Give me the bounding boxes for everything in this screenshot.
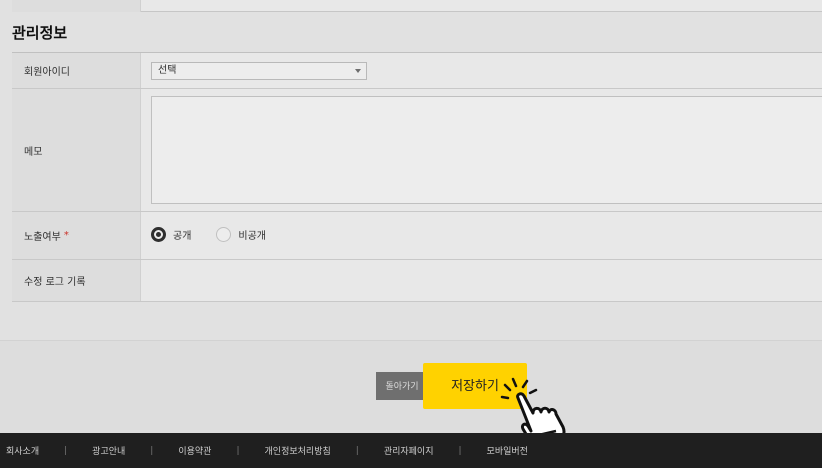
row-member-id: 회원아이디 선택 bbox=[12, 53, 822, 89]
back-button[interactable]: 돌아가기 bbox=[376, 372, 428, 400]
row-edit-log: 수정 로그 기록 bbox=[12, 260, 822, 302]
footer-separator: | bbox=[458, 445, 462, 456]
site-footer: 회사소개 | 광고안내 | 이용약관 | 개인정보처리방침 | 관리자페이지 |… bbox=[0, 433, 822, 468]
footer-link-admin[interactable]: 관리자페이지 bbox=[384, 444, 434, 457]
footer-link-company[interactable]: 회사소개 bbox=[6, 444, 39, 457]
previous-section-bottom bbox=[12, 0, 822, 12]
row-memo: 메모 bbox=[12, 89, 822, 212]
visibility-label: 노출여부 bbox=[24, 232, 61, 243]
radio-private-label[interactable]: 비공개 bbox=[238, 227, 266, 242]
radio-public-label[interactable]: 공개 bbox=[173, 227, 191, 242]
edit-log-label: 수정 로그 기록 bbox=[12, 260, 141, 301]
footer-separator: | bbox=[150, 445, 154, 456]
required-mark: * bbox=[63, 230, 69, 241]
row-visibility: 노출여부 * 공개 비공개 bbox=[12, 212, 822, 260]
visibility-radio-group: 공개 비공개 bbox=[151, 227, 291, 242]
member-id-select-value: 선택 bbox=[158, 65, 177, 76]
member-id-label: 회원아이디 bbox=[12, 53, 141, 88]
footer-link-mobile[interactable]: 모바일버전 bbox=[487, 444, 528, 457]
radio-public[interactable] bbox=[151, 227, 166, 242]
edit-log-value bbox=[141, 260, 822, 301]
radio-private[interactable] bbox=[216, 227, 232, 242]
footer-separator: | bbox=[64, 445, 68, 456]
footer-link-privacy[interactable]: 개인정보처리방침 bbox=[265, 444, 331, 457]
memo-label: 메모 bbox=[12, 89, 141, 211]
visibility-label-cell: 노출여부 * bbox=[12, 212, 141, 259]
memo-textarea[interactable] bbox=[151, 96, 822, 204]
footer-link-advertising[interactable]: 광고안내 bbox=[92, 444, 125, 457]
chevron-down-icon bbox=[355, 69, 361, 73]
footer-separator: | bbox=[355, 445, 359, 456]
previous-section-header-cell bbox=[12, 0, 141, 12]
footer-separator: | bbox=[236, 445, 240, 456]
member-id-select[interactable]: 선택 bbox=[151, 62, 367, 80]
management-info-table: 회원아이디 선택 메모 노출여부 * 공개 비공개 수정 로그 기록 bbox=[12, 52, 822, 302]
footer-link-terms[interactable]: 이용약관 bbox=[178, 444, 211, 457]
section-title: 관리정보 bbox=[12, 24, 68, 42]
